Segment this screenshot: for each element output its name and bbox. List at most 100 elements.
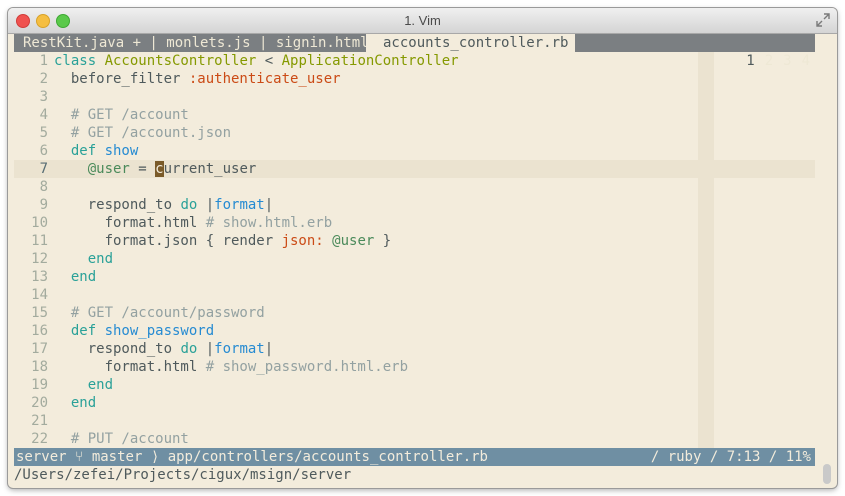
inactive-tabs[interactable]: RestKit.java + | monlets.js | signin.htm… bbox=[23, 34, 369, 52]
status-file-info: / ruby / 7:13 / 11% bbox=[650, 449, 811, 465]
line-code: respond_to do |format| bbox=[48, 196, 273, 214]
code-token: format bbox=[214, 197, 265, 213]
code-line[interactable]: 4 # GET /account bbox=[14, 106, 815, 124]
line-code: def show bbox=[48, 142, 138, 160]
line-number: 7 bbox=[39, 161, 48, 177]
title-bar[interactable]: 1. Vim bbox=[8, 8, 837, 34]
line-number: 20 bbox=[31, 395, 48, 411]
fullscreen-icon[interactable] bbox=[815, 12, 831, 28]
code-line[interactable]: 6 def show bbox=[14, 142, 815, 160]
line-number: 6 bbox=[39, 143, 48, 159]
code-line[interactable]: 21 bbox=[14, 412, 815, 430]
code-token: ApplicationController bbox=[281, 53, 459, 69]
code-token: | bbox=[197, 197, 215, 213]
line-number: 13 bbox=[31, 269, 48, 285]
text-cursor: c bbox=[155, 161, 164, 177]
code-line[interactable]: 19 end bbox=[14, 376, 815, 394]
line-number: 14 bbox=[31, 287, 48, 303]
line-code: format.html # show.html.erb bbox=[48, 214, 333, 232]
scrollbar-thumb[interactable] bbox=[823, 464, 831, 484]
line-code: before_filter :authenticate_user bbox=[48, 70, 341, 88]
line-code: class AccountsController < ApplicationCo… bbox=[48, 52, 459, 70]
code-token: show_password bbox=[104, 323, 215, 339]
line-code: format.html # show_password.html.erb bbox=[48, 358, 408, 376]
code-line[interactable]: 2 before_filter :authenticate_user bbox=[14, 70, 815, 88]
code-line[interactable]: 17 respond_to do |format| bbox=[14, 340, 815, 358]
current-code-line[interactable]: 7 @user = current_user bbox=[14, 160, 815, 178]
code-token: format.json { render bbox=[54, 233, 282, 249]
code-token: end bbox=[54, 251, 114, 267]
code-line[interactable]: 5 # GET /account.json bbox=[14, 124, 815, 142]
line-code: # GET /account/password bbox=[48, 304, 265, 322]
line-number: 9 bbox=[39, 197, 48, 213]
code-token: json: bbox=[281, 233, 324, 249]
code-token: } bbox=[374, 233, 392, 249]
code-token: format bbox=[214, 341, 265, 357]
code-buffer[interactable]: 1 class AccountsController < ApplicationC… bbox=[14, 52, 815, 448]
status-file-path: server ⑂ master ⟩ app/controllers/accoun… bbox=[16, 449, 488, 465]
line-code: def show_password bbox=[48, 322, 214, 340]
active-tab[interactable]: accounts_controller.rb bbox=[366, 34, 575, 52]
code-token: :authenticate_user bbox=[188, 71, 341, 87]
code-line[interactable]: 10 format.html # show.html.erb bbox=[14, 214, 815, 232]
vim-command-line[interactable]: /Users/zefei/Projects/cigux/msign/server bbox=[14, 466, 815, 484]
code-line[interactable]: 15 # GET /account/password bbox=[14, 304, 815, 322]
code-token: before_filter bbox=[54, 71, 189, 87]
code-line[interactable]: 11 format.json { render json: @user } bbox=[14, 232, 815, 250]
line-code: end bbox=[48, 250, 113, 268]
code-token: @user bbox=[87, 161, 130, 177]
code-token: show bbox=[104, 143, 139, 159]
code-line[interactable]: 13 end bbox=[14, 268, 815, 286]
vim-editor[interactable]: RestKit.java + | monlets.js | signin.htm… bbox=[14, 34, 815, 484]
code-token: def bbox=[54, 143, 105, 159]
code-token: class bbox=[54, 53, 105, 69]
line-number: 16 bbox=[31, 323, 48, 339]
code-line[interactable]: 1 class AccountsController < ApplicationC… bbox=[14, 52, 815, 70]
code-token: # GET /account bbox=[54, 107, 189, 123]
line-number: 10 bbox=[31, 215, 48, 231]
code-line[interactable]: 3 bbox=[14, 88, 815, 106]
code-line[interactable]: 12 end bbox=[14, 250, 815, 268]
line-code: # GET /account.json bbox=[48, 124, 231, 142]
code-token: respond_to bbox=[54, 197, 181, 213]
code-token: urrent_user bbox=[163, 161, 257, 177]
line-number: 15 bbox=[31, 305, 48, 321]
code-token: = bbox=[129, 161, 156, 177]
line-code: format.json { render json: @user } bbox=[48, 232, 392, 250]
code-token: < bbox=[256, 53, 282, 69]
code-line[interactable]: 20 end bbox=[14, 394, 815, 412]
code-line[interactable]: 8 bbox=[14, 178, 815, 196]
code-token: | bbox=[264, 341, 274, 357]
code-lines: 1 class AccountsController < ApplicationC… bbox=[14, 52, 815, 448]
line-code: end bbox=[48, 376, 113, 394]
code-line[interactable]: 22 # PUT /account bbox=[14, 430, 815, 448]
tab-number-list: 1234 bbox=[674, 34, 815, 70]
line-number: 1 bbox=[39, 53, 48, 69]
vim-tabline: RestKit.java + | monlets.js | signin.htm… bbox=[14, 34, 815, 70]
code-line[interactable]: 18 format.html # show_password.html.erb bbox=[14, 358, 815, 376]
code-token: @user bbox=[332, 233, 375, 249]
code-token: # GET /account.json bbox=[54, 125, 232, 141]
line-number: 22 bbox=[31, 431, 48, 447]
line-number: 21 bbox=[31, 413, 48, 429]
line-code: end bbox=[48, 394, 96, 412]
line-number: 12 bbox=[31, 251, 48, 267]
code-token: AccountsController bbox=[104, 53, 257, 69]
code-token: def bbox=[54, 323, 105, 339]
code-token: format.html bbox=[54, 359, 206, 375]
line-number: 5 bbox=[39, 125, 48, 141]
code-line[interactable]: 14 bbox=[14, 286, 815, 304]
line-number: 2 bbox=[39, 71, 48, 87]
code-token: format.html bbox=[54, 215, 206, 231]
line-number: 17 bbox=[31, 341, 48, 357]
line-number: 11 bbox=[31, 233, 48, 249]
code-token: end bbox=[54, 377, 114, 393]
code-token: end bbox=[54, 269, 97, 285]
code-line[interactable]: 9 respond_to do |format| bbox=[14, 196, 815, 214]
line-number: 18 bbox=[31, 359, 48, 375]
line-code: # PUT /account bbox=[48, 430, 189, 448]
code-line[interactable]: 16 def show_password bbox=[14, 322, 815, 340]
window-title: 1. Vim bbox=[404, 13, 441, 28]
